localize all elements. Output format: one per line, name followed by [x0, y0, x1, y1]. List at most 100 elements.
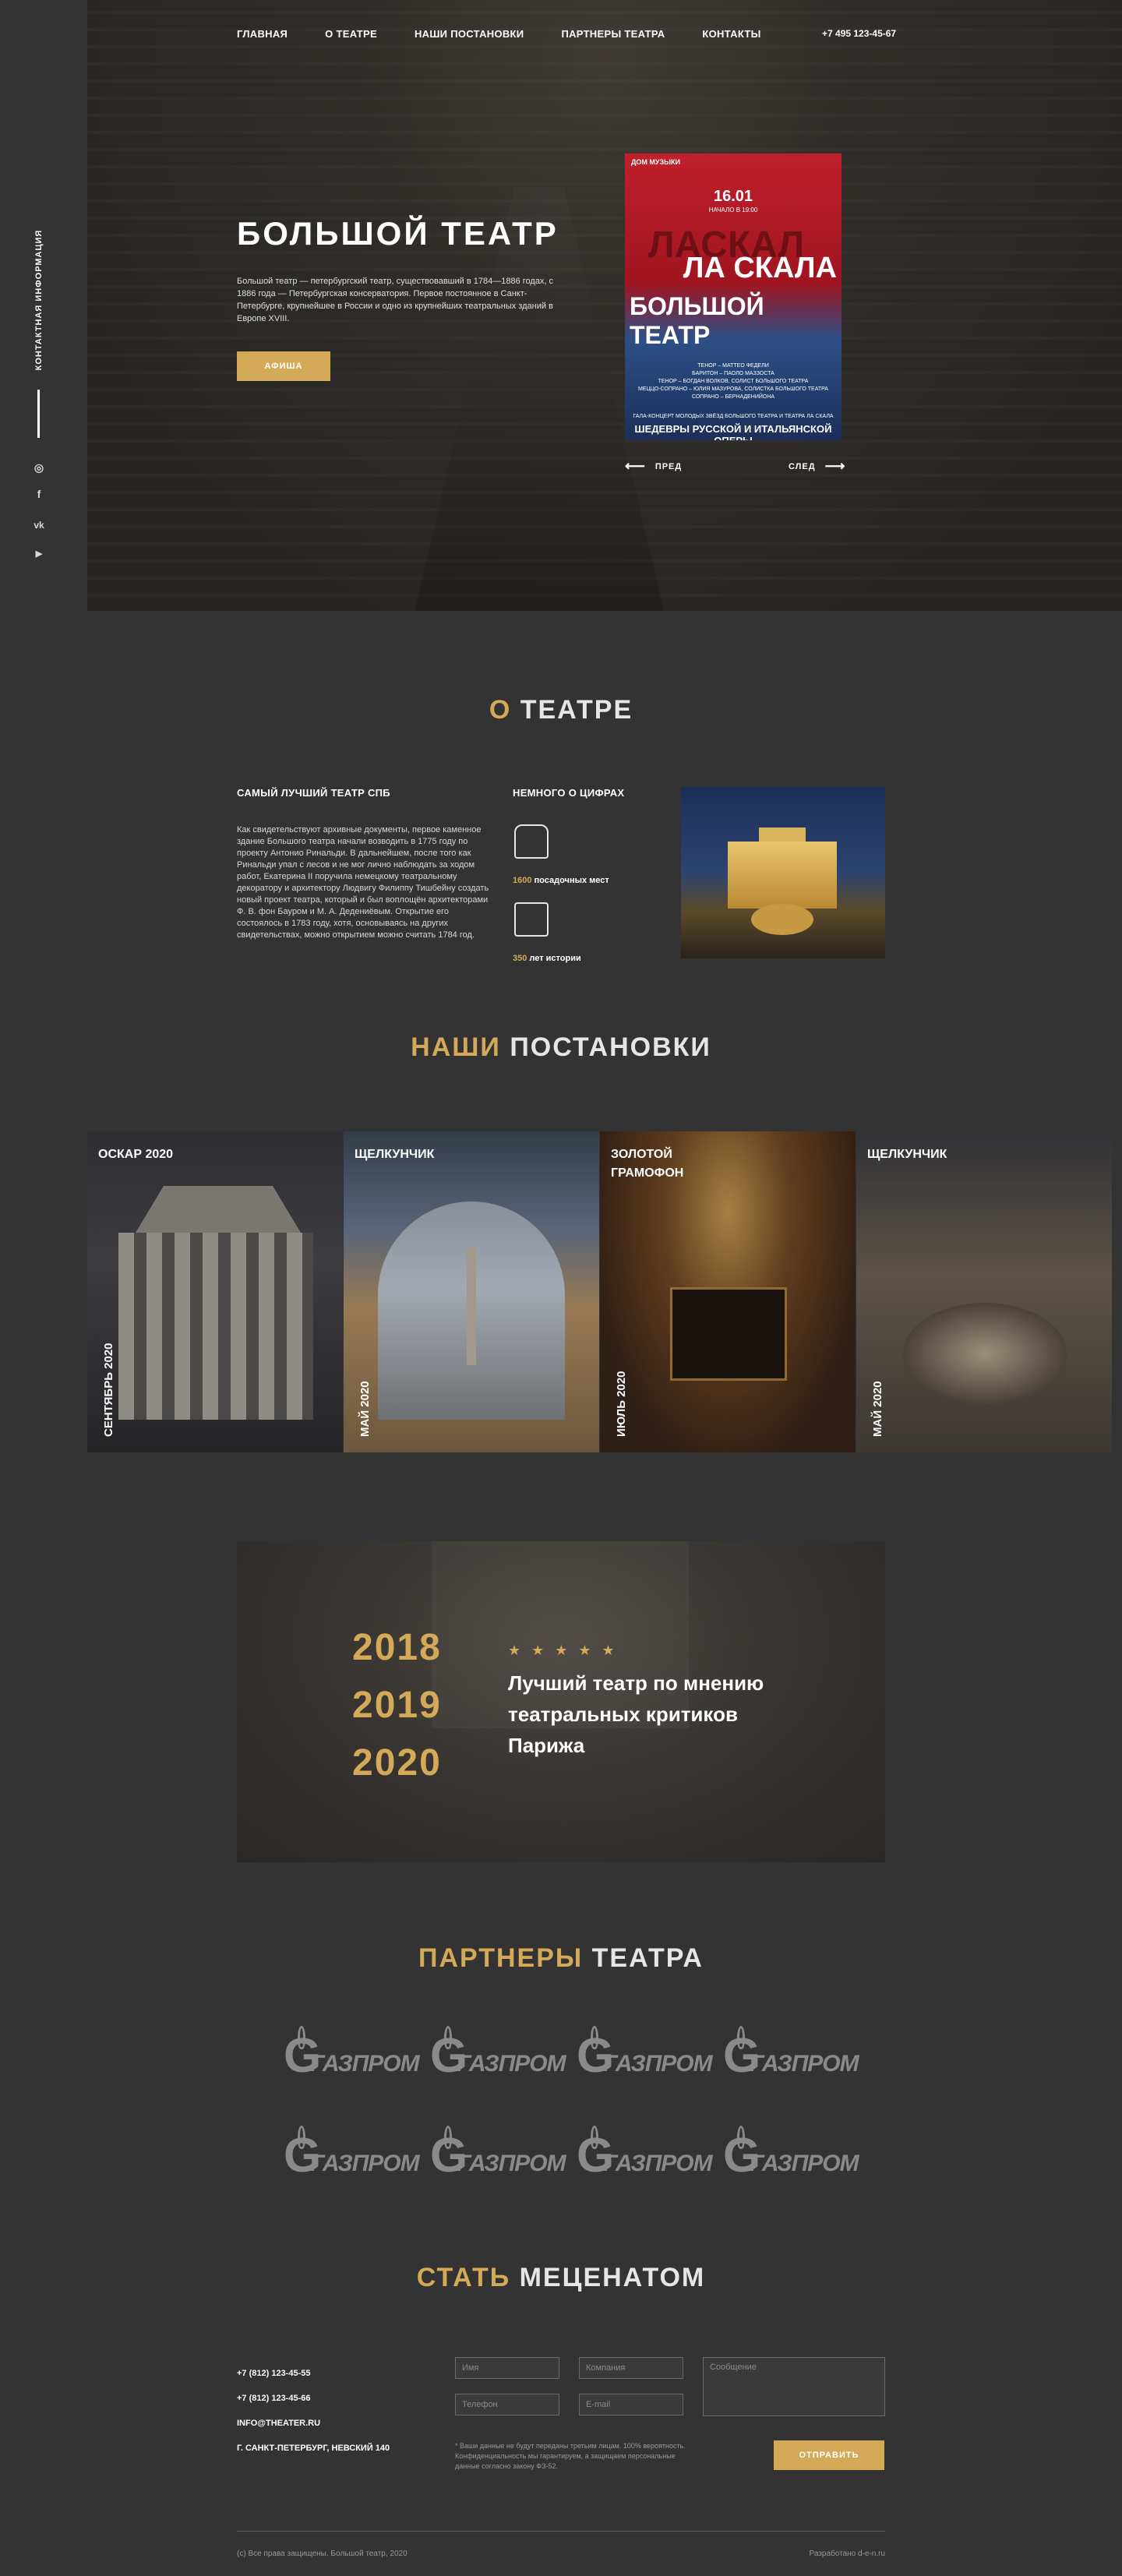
next-button[interactable]: СЛЕД ⟶ [789, 458, 845, 475]
award-years: 2018 2019 2020 [352, 1619, 442, 1792]
production-card[interactable]: ЗОЛОТОЙ ГРАМОФОН ИЮЛЬ 2020 [600, 1131, 856, 1452]
seat-icon [514, 824, 549, 859]
production-date: СЕНТЯБРЬ 2020 [102, 1343, 115, 1437]
stat-history: 350 лет истории [513, 954, 581, 963]
hero-description: Большой театр — петербургский театр, сущ… [237, 277, 554, 323]
nav-item-contacts[interactable]: КОНТАКТЫ [702, 28, 760, 40]
stat-seats: 1600 посадочных мест [513, 876, 609, 885]
message-field[interactable] [703, 2357, 885, 2416]
award-year: 2020 [352, 1742, 442, 1784]
gazprom-logo-name: ГАЗПРОМ [310, 2151, 420, 2176]
stat-seats-value: 1600 [513, 876, 532, 885]
award-year: 2019 [352, 1685, 442, 1726]
gazprom-logo[interactable]: G ГАЗПРОМ [723, 2126, 859, 2180]
privacy-disclaimer: * Ваши данные не будут переданы третьим … [455, 2442, 686, 2470]
flame-icon [737, 2126, 745, 2149]
patron-title-accent: СТАТЬ [416, 2263, 511, 2292]
flame-icon [444, 2026, 452, 2049]
contact-phone-1[interactable]: +7 (812) 123-45-55 [237, 2369, 310, 2378]
gazprom-logo[interactable]: G ГАЗПРОМ [577, 2026, 713, 2080]
arrow-right-icon: ⟶ [824, 458, 846, 474]
award-text: Лучший театр по мнению театральных крити… [508, 1671, 764, 1757]
production-title: ЩЕЛКУНЧИК [867, 1148, 947, 1161]
photo-building [728, 842, 837, 909]
flame-icon [444, 2126, 452, 2149]
footer-divider [237, 2531, 885, 2532]
flame-icon [591, 2126, 598, 2149]
hero-title: БОЛЬШОЙ ТЕАТР [237, 215, 559, 252]
gazprom-logo[interactable]: G ГАЗПРОМ [284, 2026, 420, 2080]
event-poster[interactable]: ДОМ МУЗЫКИ 16.01 НАЧАЛО В 19:00 ЛАСКАЛ Л… [625, 154, 842, 440]
partners-section-title: ПАРТНЕРЫ ТЕАТРА [0, 1943, 1122, 1974]
afisha-button[interactable]: АФИША [237, 351, 330, 381]
production-title: ЩЕЛКУНЧИК [355, 1148, 435, 1161]
sidebar-divider [37, 390, 40, 438]
stat-seats-label: посадочных мест [531, 876, 609, 885]
company-field[interactable] [579, 2357, 683, 2379]
contact-info-label: КОНТАКТНАЯ ИНФОРМАЦИЯ [34, 229, 44, 371]
award-year: 2018 [352, 1627, 442, 1668]
footer-developer-link[interactable]: Разработано d-e-n.ru [810, 2550, 885, 2558]
production-card[interactable]: ОСКАР 2020 СЕНТЯБРЬ 2020 [87, 1131, 343, 1452]
gazprom-logo-name: ГАЗПРОМ [457, 2151, 566, 2176]
facebook-icon[interactable]: f [30, 485, 48, 503]
poster-cast: ТЕНОР – МАТТЕО ФЕДЕЛИ БАРИТОН – ПАОЛО МА… [638, 363, 828, 400]
productions-title-accent: НАШИ [411, 1032, 501, 1062]
partners-title-rest: ТЕАТРА [583, 1943, 704, 1973]
production-card[interactable]: ЩЕЛКУНЧИК МАЙ 2020 [344, 1131, 599, 1452]
patron-section-title: СТАТЬ МЕЦЕНАТОМ [0, 2263, 1122, 2293]
about-title-rest: ТЕАТРЕ [511, 695, 633, 725]
phone-field[interactable] [455, 2394, 559, 2415]
gazprom-logo-name: ГАЗПРОМ [310, 2051, 420, 2077]
nav-item-productions[interactable]: НАШИ ПОСТАНОВКИ [415, 28, 524, 40]
gazprom-logo[interactable]: G ГАЗПРОМ [430, 2126, 566, 2180]
poster-title-bolshoi: БОЛЬШОЙ ТЕАТР [630, 292, 764, 349]
contact-phone-2[interactable]: +7 (812) 123-45-66 [237, 2394, 310, 2403]
stage-icon [514, 902, 549, 937]
youtube-icon[interactable]: ▶ [30, 544, 48, 563]
about-history-text: Как свидетельствуют архивные документы, … [237, 825, 489, 940]
contact-info-vertical-label[interactable]: КОНТАКТНАЯ ИНФОРМАЦИЯ [27, 222, 51, 378]
card-overlay [856, 1131, 1112, 1452]
stat-history-value: 350 [513, 954, 527, 963]
gazprom-logo-name: ГАЗПРОМ [750, 2051, 859, 2077]
gazprom-logo-name: ГАЗПРОМ [603, 2151, 713, 2176]
gazprom-logo[interactable]: G ГАЗПРОМ [284, 2126, 420, 2180]
productions-section-title: НАШИ ПОСТАНОВКИ [0, 1032, 1122, 1063]
flame-icon [591, 2026, 598, 2049]
email-field[interactable] [579, 2394, 683, 2415]
gazprom-logo[interactable]: G ГАЗПРОМ [577, 2126, 713, 2180]
contact-email[interactable]: INFO@THEATER.RU [237, 2419, 320, 2428]
gazprom-logo[interactable]: G ГАЗПРОМ [723, 2026, 859, 2080]
prev-label: ПРЕД [654, 461, 683, 471]
about-title-accent: О [489, 695, 512, 725]
photo-fountain [751, 904, 813, 935]
production-title: ОСКАР 2020 [98, 1148, 174, 1161]
vk-icon[interactable]: vk [30, 516, 48, 535]
poster-time: НАЧАЛО В 19:00 [708, 206, 758, 213]
nav-item-home[interactable]: ГЛАВНАЯ [237, 28, 288, 40]
about-col2-title: НЕМНОГО О ЦИФРАХ [513, 787, 625, 799]
submit-button[interactable]: ОТПРАВИТЬ [774, 2440, 884, 2470]
main-nav: ГЛАВНАЯ О ТЕАТРЕ НАШИ ПОСТАНОВКИ ПАРТНЕР… [237, 28, 799, 40]
instagram-icon[interactable]: ◎ [30, 458, 48, 477]
name-field[interactable] [455, 2357, 559, 2379]
contact-address: Г. САНКТ-ПЕТЕРБУРГ, НЕВСКИЙ 140 [237, 2444, 390, 2453]
about-col1-title: САМЫЙ ЛУЧШИЙ ТЕАТР СПБ [237, 787, 390, 799]
production-card[interactable]: ЩЕЛКУНЧИК МАЙ 2020 [856, 1131, 1112, 1452]
patron-title-rest: МЕЦЕНАТОМ [510, 2263, 706, 2292]
nav-item-about[interactable]: О ТЕАТРЕ [325, 28, 377, 40]
star-rating-icons: ★★★★★ [508, 1643, 626, 1658]
prev-button[interactable]: ⟵ ПРЕД [625, 458, 682, 475]
about-section-title: О ТЕАТРЕ [0, 695, 1122, 725]
footer-copyright: (с) Все права защищены. Большой театр, 2… [237, 2550, 408, 2558]
header-phone[interactable]: +7 495 123-45-67 [822, 28, 896, 39]
production-date: МАЙ 2020 [871, 1381, 884, 1437]
theatre-photo [681, 787, 885, 958]
poster-title-la-scala: ЛА СКАЛА [683, 252, 837, 284]
gazprom-logo[interactable]: G ГАЗПРОМ [430, 2026, 566, 2080]
flame-icon [737, 2026, 745, 2049]
poster-subtitle: ШЕДЕВРЫ РУССКОЙ И ИТАЛЬЯНСКОЙ ОПЕРЫ [634, 423, 832, 440]
nav-item-partners[interactable]: ПАРТНЕРЫ ТЕАТРА [561, 28, 665, 40]
next-label: СЛЕД [789, 461, 816, 471]
